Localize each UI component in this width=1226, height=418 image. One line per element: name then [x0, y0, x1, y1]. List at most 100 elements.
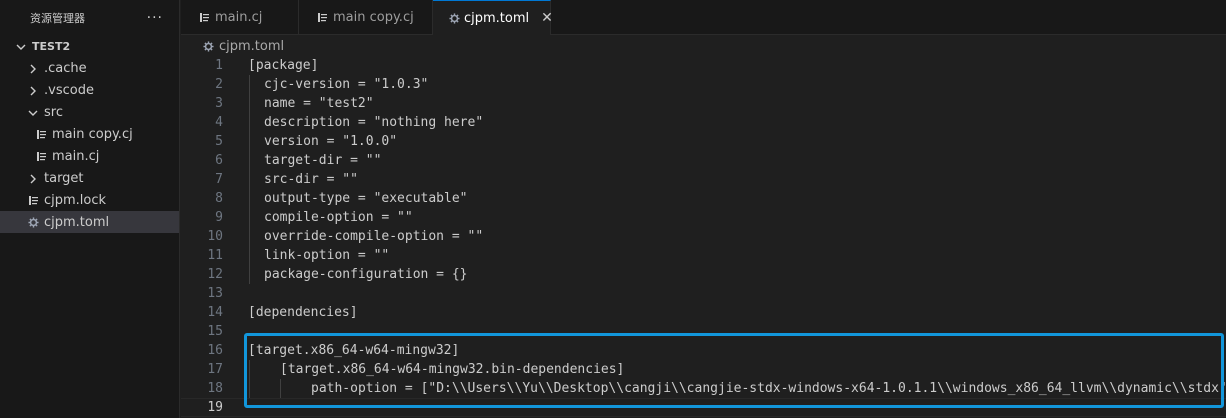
code-text[interactable]: target-dir = "" [264, 151, 381, 170]
code-line: 7 src-dir = "" [181, 170, 1226, 189]
code-editor[interactable]: 1 [package] 2 cjc-version = "1.0.3" 3 name … [181, 56, 1226, 418]
code-text[interactable]: link-option = "" [264, 246, 389, 265]
tree-item-src[interactable]: src [0, 101, 179, 123]
tree-item-main-copy-cj[interactable]: main copy.cj [0, 123, 179, 145]
indent-guide [249, 246, 250, 265]
code-text[interactable]: package-configuration = {} [264, 265, 468, 284]
code-text[interactable]: description = "nothing here" [264, 113, 483, 132]
code-line: 12 package-configuration = {} [181, 265, 1226, 284]
gear-icon [449, 11, 460, 26]
indent-guide [249, 360, 250, 379]
gear-icon [201, 39, 215, 54]
indent-guide [249, 379, 250, 398]
indent-guide [249, 151, 250, 170]
breadcrumb-file: cjpm.toml [219, 38, 285, 54]
code-text[interactable]: [package] [248, 56, 318, 75]
code-text[interactable]: [target.x86_64-w64-mingw32.bin-dependenc… [280, 360, 624, 379]
file-lines-icon [34, 127, 48, 142]
code-line: 6 target-dir = "" [181, 151, 1226, 170]
code-line: 5 version = "1.0.0" [181, 132, 1226, 151]
code-text[interactable]: cjc-version = "1.0.3" [264, 75, 428, 94]
line-number: 7 [215, 172, 223, 187]
indent-guide [249, 189, 250, 208]
code-text[interactable]: name = "test2" [264, 94, 374, 113]
line-number: 16 [207, 343, 223, 358]
tree-item-target[interactable]: target [0, 167, 179, 189]
tab-main-copy-cj[interactable]: main copy.cj [299, 0, 433, 35]
tree-item-cjpm-toml[interactable]: cjpm.toml [0, 211, 179, 233]
code-line: 14 [dependencies] [181, 303, 1226, 322]
tree-item-vscode[interactable]: .vscode [0, 79, 179, 101]
code-text[interactable]: src-dir = "" [264, 170, 358, 189]
code-line: 9 compile-option = "" [181, 208, 1226, 227]
file-lines-icon [197, 10, 211, 25]
code-line: 10 override-compile-option = "" [181, 227, 1226, 246]
tab-label: main copy.cj [333, 10, 414, 25]
code-text[interactable]: path-option = ["D:\\Users\\Yu\\Desktop\\… [311, 379, 1226, 398]
line-number: 1 [215, 58, 223, 73]
current-line-highlight [181, 398, 1226, 417]
line-number: 14 [207, 305, 223, 320]
more-actions-icon[interactable]: ··· [147, 10, 163, 26]
file-lines-icon [26, 193, 40, 208]
code-line: 1 [package] [181, 56, 1226, 75]
explorer-header: 资源管理器 ··· [0, 0, 179, 35]
tree-item-label: main copy.cj [52, 126, 133, 142]
code-line: 2 cjc-version = "1.0.3" [181, 75, 1226, 94]
file-lines-icon [315, 10, 329, 25]
indent-guide [249, 94, 250, 113]
code-line: 4 description = "nothing here" [181, 113, 1226, 132]
line-number: 2 [215, 77, 223, 92]
line-number: 12 [207, 267, 223, 282]
line-number: 17 [207, 362, 223, 377]
close-icon[interactable]: ✕ [541, 10, 553, 26]
tree-item-label: cjpm.toml [44, 214, 110, 230]
tab-cjpm-toml[interactable]: cjpm.toml ✕ [433, 0, 553, 35]
chevron-down-icon [14, 40, 28, 53]
tree-item-label: cjpm.lock [44, 192, 107, 208]
explorer-title: 资源管理器 [30, 11, 85, 25]
indent-guide [249, 75, 250, 94]
tree-item-label: src [44, 104, 63, 120]
code-line: 15 [181, 322, 1226, 341]
code-text[interactable]: [target.x86_64-w64-mingw32] [248, 341, 459, 360]
code-text[interactable]: output-type = "executable" [264, 189, 468, 208]
chevron-down-icon [26, 106, 40, 119]
code-line: 8 output-type = "executable" [181, 189, 1226, 208]
indent-guide [249, 208, 250, 227]
code-line: 13 [181, 284, 1226, 303]
tree-item-main-cj[interactable]: main.cj [0, 145, 179, 167]
code-line: 18 path-option = ["D:\\Users\\Yu\\Desktop… [181, 379, 1226, 398]
code-text[interactable]: version = "1.0.0" [264, 132, 397, 151]
breadcrumb[interactable]: cjpm.toml [181, 36, 284, 56]
tree-item-label: main.cj [52, 148, 100, 164]
code-line: 11 link-option = "" [181, 246, 1226, 265]
code-text[interactable]: override-compile-option = "" [264, 227, 483, 246]
indent-guide [249, 265, 250, 284]
code-line: 16 [target.x86_64-w64-mingw32] [181, 341, 1226, 360]
chevron-right-icon [26, 172, 40, 185]
indent-guide [249, 113, 250, 132]
line-number: 13 [207, 286, 223, 301]
line-number: 6 [215, 153, 223, 168]
editor-tabbar: main.cj main copy.cj cjpm.toml ✕ [181, 0, 1226, 35]
line-number: 11 [207, 248, 223, 263]
tree-item-cjpm-lock[interactable]: cjpm.lock [0, 189, 179, 211]
tree-root-test2[interactable]: TEST2 [0, 35, 179, 57]
code-text[interactable]: compile-option = "" [264, 208, 413, 227]
code-text[interactable]: [dependencies] [248, 303, 358, 322]
line-number: 5 [215, 134, 223, 149]
tree-item-cache[interactable]: .cache [0, 57, 179, 79]
line-number: 3 [215, 96, 223, 111]
gear-icon [26, 215, 40, 230]
file-lines-icon [34, 149, 48, 164]
indent-guide [249, 132, 250, 151]
line-number: 10 [207, 229, 223, 244]
tab-main-cj[interactable]: main.cj [181, 0, 299, 35]
line-number: 18 [207, 381, 223, 396]
code-line-current: 19 [181, 398, 1226, 417]
code-line: 17 [target.x86_64-w64-mingw32.bin-depende… [181, 360, 1226, 379]
tree-item-label: .vscode [44, 82, 94, 98]
line-number: 9 [215, 210, 223, 225]
code-line: 3 name = "test2" [181, 94, 1226, 113]
